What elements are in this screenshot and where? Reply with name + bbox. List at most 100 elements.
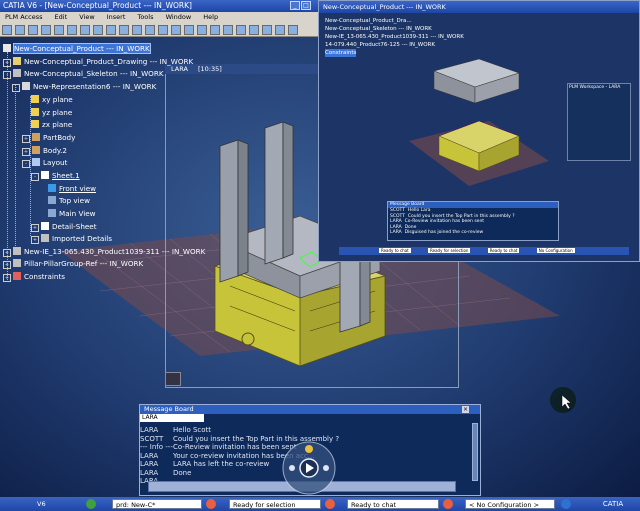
remote-tree-item[interactable]: New-Conceptual_Skeleton --- IN_WORK — [325, 25, 639, 33]
remote-mini-tree-panel[interactable]: PLM Workspace - LARA — [567, 83, 631, 161]
tree-item-conceptual-product[interactable]: New-Conceptual_Product --- IN_WORK — [3, 43, 151, 55]
tree-item-pillar-group[interactable]: + Pillar-PillarGroup-Ref --- IN_WORK — [3, 258, 143, 270]
measure-icon[interactable] — [262, 25, 272, 35]
collapse-icon[interactable]: - — [31, 173, 39, 181]
remote-tree-item[interactable]: New-IE_13-065.430_Product1039-311 --- IN… — [325, 33, 639, 41]
copy-icon[interactable] — [67, 25, 77, 35]
paste-icon[interactable] — [80, 25, 90, 35]
configuration-select[interactable]: < No Configuration > — [465, 499, 555, 509]
collab-icon[interactable] — [288, 25, 298, 35]
swap-icon[interactable] — [249, 25, 259, 35]
fit-all-icon[interactable] — [184, 25, 194, 35]
message-sender: SCOTT — [140, 434, 164, 443]
collapse-icon[interactable]: - — [22, 160, 30, 168]
menu-help[interactable]: Help — [203, 13, 218, 21]
remote-tree-item[interactable]: Constraints — [325, 49, 357, 57]
save-icon[interactable] — [28, 25, 38, 35]
redo-icon[interactable] — [106, 25, 116, 35]
tree-item-layout[interactable]: - Layout — [22, 157, 67, 169]
gear-icon — [22, 82, 30, 90]
close-icon[interactable]: × — [462, 406, 469, 413]
toolbar — [0, 22, 318, 37]
remote-status-field: Ready for selection — [428, 248, 471, 253]
tree-item-ie-product[interactable]: + New-IE_13-065.430_Product1039-311 --- I… — [3, 246, 205, 258]
tree-item-imported-details[interactable]: + Imported Details — [31, 233, 112, 245]
tree-item-body2[interactable]: + Body.2 — [22, 145, 67, 157]
cut-icon[interactable] — [54, 25, 64, 35]
iso-view-icon[interactable] — [210, 25, 220, 35]
tree-item-partbody[interactable]: + PartBody — [22, 132, 75, 144]
help-icon[interactable] — [119, 25, 129, 35]
product-field[interactable]: prd: New-C* — [112, 499, 202, 509]
view-icon — [48, 196, 56, 204]
shading-icon[interactable] — [223, 25, 233, 35]
expand-icon[interactable]: + — [3, 59, 11, 67]
menu-plm-access[interactable]: PLM Access — [5, 13, 42, 21]
tree-item-front-view[interactable]: Front view — [48, 183, 96, 195]
expand-icon[interactable]: + — [22, 148, 30, 156]
tree-item-skeleton[interactable]: - New-Conceptual_Skeleton --- IN_WORK — [3, 68, 164, 80]
menu-edit[interactable]: Edit — [55, 13, 68, 21]
details-icon — [41, 234, 49, 242]
menu-window[interactable]: Window — [166, 13, 192, 21]
tree-item-sheet1[interactable]: - Sheet.1 — [31, 170, 80, 182]
plane-icon — [31, 108, 39, 116]
open-icon[interactable] — [15, 25, 25, 35]
print-icon[interactable] — [41, 25, 51, 35]
pan-icon[interactable] — [132, 25, 142, 35]
cursor-icon — [550, 387, 576, 413]
expand-icon[interactable]: + — [22, 135, 30, 143]
normal-view-icon[interactable] — [197, 25, 207, 35]
sheet-icon — [41, 171, 49, 179]
remote-board-text: Co-Review invitation has been sent — [404, 219, 485, 224]
tree-item-main-view[interactable]: Main View — [48, 208, 96, 220]
tree-item-yz-plane[interactable]: yz plane — [31, 107, 72, 119]
body-icon — [32, 133, 40, 141]
zoom-out-icon[interactable] — [171, 25, 181, 35]
tree-item-representation[interactable]: - New-Representation6 --- IN_WORK — [12, 81, 156, 93]
tree-item-constraints[interactable]: + Constraints — [3, 271, 65, 283]
zoom-in-icon[interactable] — [158, 25, 168, 35]
message-text: Hello Scott — [173, 426, 212, 434]
remote-session-window[interactable]: New-Conceptual_Product --- IN_WORK New-C… — [318, 0, 640, 262]
remote-board-row: LARA Disguised has joined the co-review — [388, 230, 558, 236]
tree-item-product-drawing[interactable]: + New-Conceptual_Product_Drawing --- IN_W… — [3, 56, 193, 68]
viewport-time: [10:35] — [198, 65, 222, 73]
globe-icon[interactable] — [561, 499, 571, 509]
collapse-icon[interactable]: - — [3, 71, 11, 79]
undo-icon[interactable] — [93, 25, 103, 35]
tree-item-detail-sheet[interactable]: + Detail-Sheet — [31, 221, 97, 233]
tree-item-xy-plane[interactable]: xy plane — [31, 94, 73, 106]
viewport-corner-icon[interactable] — [165, 372, 181, 386]
message-scrollbar[interactable] — [472, 423, 478, 481]
plane-icon — [31, 120, 39, 128]
message-text: Done — [173, 468, 192, 477]
user-select[interactable]: LARA — [140, 414, 204, 422]
collapse-icon[interactable]: - — [12, 84, 20, 92]
section-icon[interactable] — [275, 25, 285, 35]
menu-tools[interactable]: Tools — [137, 13, 153, 21]
maximize-button[interactable]: □ — [301, 1, 311, 10]
hide-show-icon[interactable] — [236, 25, 246, 35]
plane-icon — [31, 95, 39, 103]
expand-icon[interactable]: + — [3, 249, 11, 257]
new-icon[interactable] — [2, 25, 12, 35]
remote-tree-item[interactable]: New-Conceptual_Product_Dra... — [325, 17, 639, 25]
remote-message-board[interactable]: Message Board SCOTT Hello Lara SCOTT Cou… — [387, 201, 559, 241]
expand-icon[interactable]: + — [3, 274, 11, 282]
menu-insert[interactable]: Insert — [107, 13, 126, 21]
expand-icon[interactable]: + — [31, 236, 39, 244]
expand-icon[interactable]: + — [3, 261, 11, 269]
v6-logo[interactable]: V6 — [3, 497, 63, 511]
expand-icon[interactable]: + — [31, 224, 39, 232]
remote-board-text: Disguised has joined the co-review — [404, 230, 484, 235]
status-icon — [86, 499, 96, 509]
view-icon — [48, 184, 56, 192]
tree-item-zx-plane[interactable]: zx plane — [31, 119, 72, 131]
menu-view[interactable]: View — [79, 13, 94, 21]
remote-model-viewport[interactable] — [399, 41, 559, 201]
rotate-icon[interactable] — [145, 25, 155, 35]
minimize-button[interactable]: _ — [290, 1, 300, 10]
collaboration-wheel[interactable] — [278, 440, 340, 496]
tree-item-top-view[interactable]: Top view — [48, 195, 90, 207]
